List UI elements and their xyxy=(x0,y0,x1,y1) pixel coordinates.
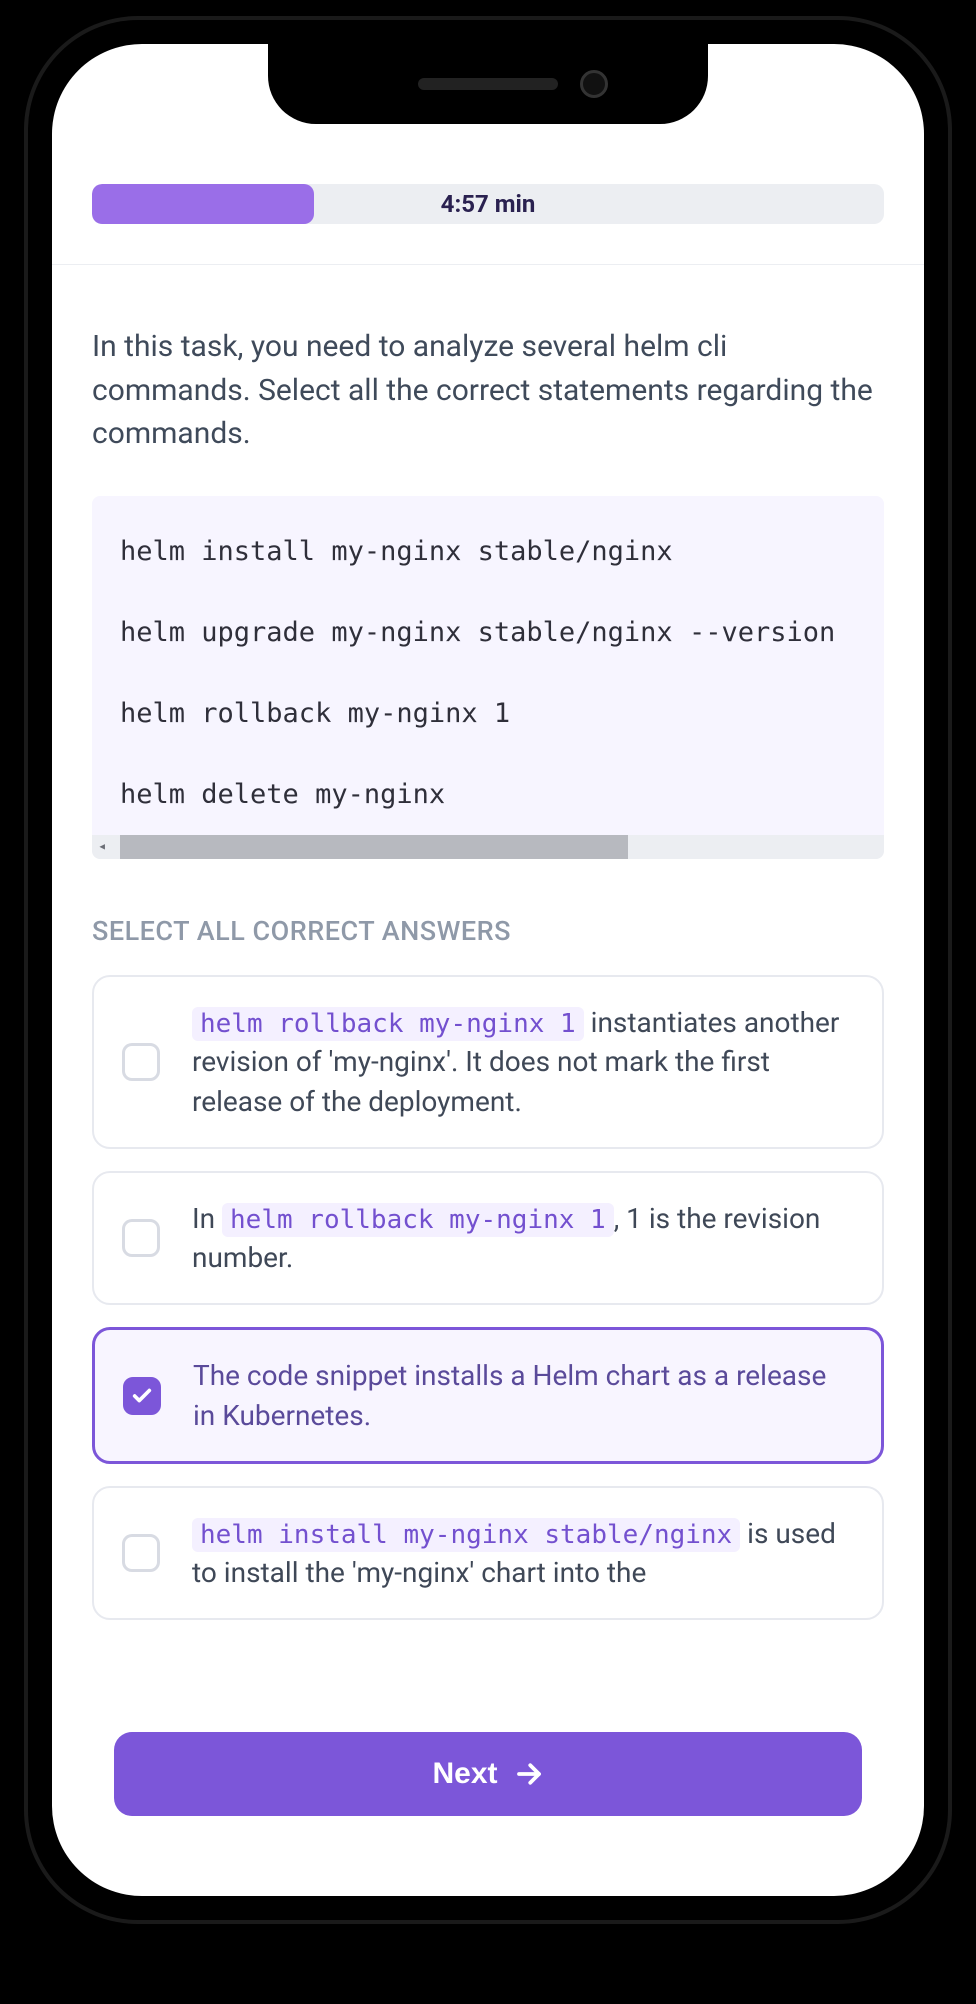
code-block[interactable]: helm install my-nginx stable/nginx helm … xyxy=(92,496,884,860)
progress-bar: 4:57 min xyxy=(92,184,884,224)
progress-fill xyxy=(92,184,314,224)
answer-text: helm install my-nginx stable/nginx is us… xyxy=(192,1514,854,1593)
answer-text: The code snippet installs a Helm chart a… xyxy=(193,1356,853,1434)
answer-text: helm rollback my-nginx 1 instantiates an… xyxy=(192,1003,854,1121)
answer-option[interactable]: The code snippet installs a Helm chart a… xyxy=(92,1327,884,1463)
answer-option[interactable]: helm rollback my-nginx 1 instantiates an… xyxy=(92,975,884,1149)
timer-label: 4:57 min xyxy=(441,190,536,218)
inline-code: helm install my-nginx stable/nginx xyxy=(192,1518,740,1552)
checkbox[interactable] xyxy=(122,1534,160,1572)
answers-list: helm rollback my-nginx 1 instantiates an… xyxy=(92,975,884,1620)
checkbox[interactable] xyxy=(122,1219,160,1257)
answer-option[interactable]: In helm rollback my-nginx 1, 1 is the re… xyxy=(92,1171,884,1306)
checkbox[interactable] xyxy=(122,1043,160,1081)
answer-option[interactable]: helm install my-nginx stable/nginx is us… xyxy=(92,1486,884,1621)
code-content: helm install my-nginx stable/nginx helm … xyxy=(120,536,835,810)
question-prompt: In this task, you need to analyze severa… xyxy=(92,325,884,456)
next-button-label: Next xyxy=(432,1757,497,1791)
progress-section: 4:57 min xyxy=(52,184,924,265)
notch-camera xyxy=(580,70,608,98)
inline-code: helm rollback my-nginx 1 xyxy=(222,1203,614,1237)
phone-notch xyxy=(268,44,708,124)
arrow-right-icon xyxy=(514,1759,544,1789)
answer-text: In helm rollback my-nginx 1, 1 is the re… xyxy=(192,1199,854,1278)
notch-speaker xyxy=(418,78,558,90)
check-icon xyxy=(131,1385,153,1407)
phone-frame: 4:57 min In this task, you need to analy… xyxy=(28,20,948,1920)
question-area: In this task, you need to analyze severa… xyxy=(52,265,924,1896)
phone-screen: 4:57 min In this task, you need to analy… xyxy=(52,44,924,1896)
checkbox[interactable] xyxy=(123,1377,161,1415)
app-content: 4:57 min In this task, you need to analy… xyxy=(52,44,924,1896)
inline-code: helm rollback my-nginx 1 xyxy=(192,1007,584,1041)
code-scrollbar-thumb[interactable] xyxy=(120,835,628,859)
answers-section-label: SELECT ALL CORRECT ANSWERS xyxy=(92,915,884,947)
code-scrollbar[interactable] xyxy=(92,835,884,859)
next-button[interactable]: Next xyxy=(114,1732,862,1816)
